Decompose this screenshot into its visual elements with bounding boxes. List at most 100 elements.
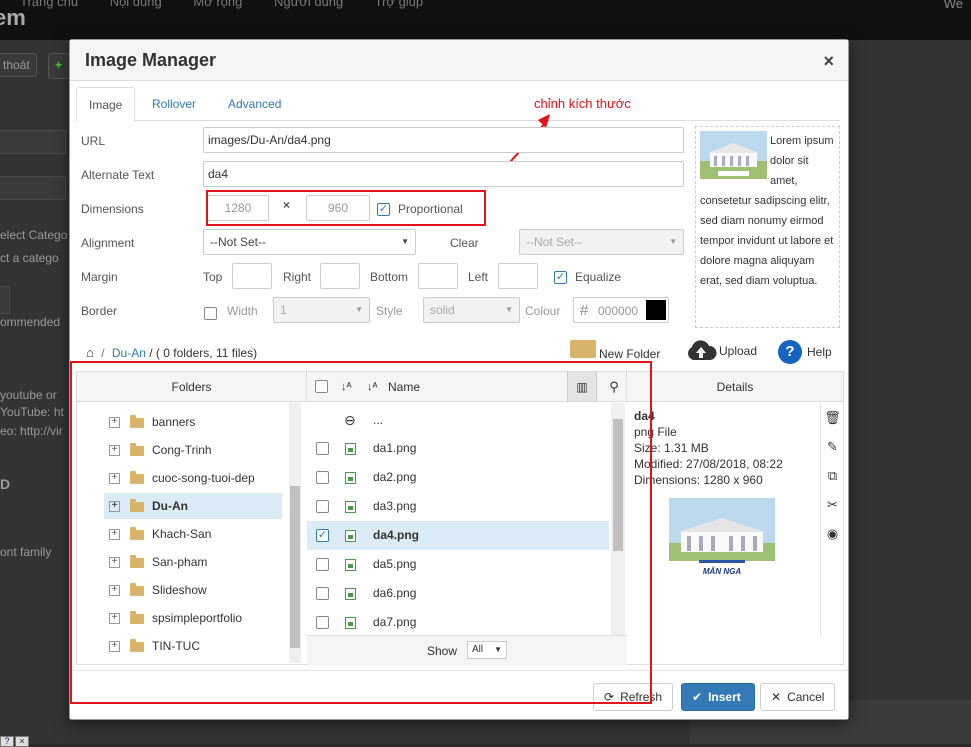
expand-icon[interactable]: + bbox=[109, 557, 120, 569]
name-header[interactable]: Name bbox=[388, 372, 420, 402]
file-checkbox[interactable] bbox=[316, 587, 329, 600]
file-checkbox[interactable] bbox=[316, 616, 329, 629]
tab-advanced[interactable]: Advanced bbox=[216, 87, 293, 121]
new-folder-button[interactable]: New Folder bbox=[570, 340, 660, 361]
upload-button[interactable]: Upload bbox=[685, 340, 757, 362]
border-style-select[interactable]: solid ▼ bbox=[423, 297, 520, 323]
expand-icon[interactable]: + bbox=[109, 417, 120, 429]
image-file-icon bbox=[345, 443, 356, 455]
alignment-select[interactable]: --Not Set-- ▼ bbox=[203, 229, 416, 255]
border-width-select[interactable]: 1 ▼ bbox=[273, 297, 370, 323]
colour-input[interactable]: # 000000 bbox=[573, 297, 669, 323]
expand-icon[interactable]: + bbox=[109, 613, 120, 625]
file-checkbox[interactable] bbox=[316, 500, 329, 513]
cut-icon[interactable]: ✂ bbox=[821, 490, 844, 519]
margin-bottom-input[interactable] bbox=[418, 263, 458, 289]
breadcrumb: ⌂ / Du-An / ( 0 folders, 11 files) bbox=[86, 345, 257, 360]
help-button[interactable]: ? Help bbox=[778, 340, 832, 364]
folder-item[interactable]: + TIN-TUC bbox=[105, 633, 200, 659]
alt-text-input[interactable]: da4 bbox=[203, 161, 684, 187]
equalize-checkbox[interactable]: ✓ bbox=[554, 271, 567, 284]
expand-icon[interactable]: + bbox=[109, 529, 120, 541]
folder-item[interactable]: + banners bbox=[105, 409, 195, 435]
file-row-selected[interactable]: ✓ da4.png bbox=[307, 521, 609, 550]
detail-type: png File bbox=[634, 425, 677, 439]
search-icon[interactable]: ⚲ bbox=[603, 372, 625, 402]
folder-name: Slideshow bbox=[152, 583, 207, 597]
width-input[interactable]: 1280 bbox=[207, 195, 269, 221]
file-row[interactable]: da7.png bbox=[307, 608, 609, 637]
insert-button[interactable]: ✔ Insert bbox=[681, 683, 755, 711]
margin-top-input[interactable] bbox=[232, 263, 272, 289]
refresh-button[interactable]: ⟳ Refresh bbox=[593, 683, 674, 711]
sort-asc-icon[interactable]: ↓ᴬ bbox=[341, 372, 351, 402]
delete-icon[interactable]: 🗑 bbox=[821, 403, 844, 432]
bg-text: eo: http://vir bbox=[0, 424, 63, 438]
colour-swatch[interactable] bbox=[646, 300, 666, 320]
folder-item[interactable]: + Slideshow bbox=[105, 577, 207, 603]
expand-icon[interactable]: + bbox=[109, 641, 120, 653]
expand-icon[interactable]: + bbox=[109, 585, 120, 597]
new-folder-label: New Folder bbox=[599, 347, 661, 362]
bg-menu-item: Trợ giúp bbox=[374, 0, 424, 9]
file-checkbox[interactable] bbox=[316, 471, 329, 484]
border-checkbox[interactable] bbox=[204, 307, 217, 320]
cancel-button[interactable]: ✕ Cancel bbox=[760, 683, 836, 711]
expand-icon[interactable]: + bbox=[109, 473, 120, 485]
folder-item-selected[interactable]: + Du-An bbox=[104, 493, 282, 519]
file-row[interactable]: da6.png bbox=[307, 579, 609, 608]
folder-item[interactable]: + Cong-Trinh bbox=[105, 437, 212, 463]
copy-icon[interactable]: ⧉ bbox=[821, 461, 844, 490]
file-checkbox[interactable] bbox=[316, 442, 329, 455]
breadcrumb-separator: / bbox=[101, 346, 105, 360]
tab-image[interactable]: Image bbox=[76, 87, 136, 122]
up-directory-row[interactable]: ⊖ ... bbox=[307, 406, 609, 435]
home-icon[interactable]: ⌂ bbox=[86, 345, 94, 360]
background-bottom-icons: ? × bbox=[0, 733, 30, 747]
expand-icon[interactable]: + bbox=[109, 445, 120, 457]
file-row[interactable]: da2.png bbox=[307, 463, 609, 492]
file-checkbox[interactable] bbox=[316, 558, 329, 571]
view-toggle-icon[interactable]: ▥ bbox=[567, 372, 597, 401]
bg-text: ommended bbox=[0, 315, 61, 329]
folder-icon bbox=[130, 582, 144, 596]
margin-left-input[interactable] bbox=[498, 263, 538, 289]
file-name: da7.png bbox=[373, 615, 417, 629]
clear-select[interactable]: --Not Set-- ▼ bbox=[519, 229, 684, 255]
tab-rollover[interactable]: Rollover bbox=[140, 87, 208, 121]
expand-icon[interactable]: + bbox=[109, 501, 120, 513]
insert-label: Insert bbox=[708, 690, 741, 704]
breadcrumb-folder-link[interactable]: Du-An bbox=[112, 346, 146, 360]
close-button[interactable]: × bbox=[823, 51, 834, 72]
file-scrollbar-thumb[interactable] bbox=[613, 419, 623, 551]
file-name: da4.png bbox=[373, 528, 420, 542]
refresh-label: Refresh bbox=[620, 690, 663, 704]
folder-item[interactable]: + Khach-San bbox=[105, 521, 211, 547]
folder-scrollbar-thumb[interactable] bbox=[290, 486, 300, 648]
folder-item[interactable]: + San-pham bbox=[105, 549, 207, 575]
chevron-down-icon: ▼ bbox=[401, 237, 409, 246]
height-input[interactable]: 960 bbox=[306, 195, 370, 221]
file-row[interactable]: da3.png bbox=[307, 492, 609, 521]
folder-item[interactable]: + cuoc-song-tuoi-dep bbox=[105, 465, 255, 491]
file-row[interactable]: da5.png bbox=[307, 550, 609, 579]
show-select[interactable]: All ▼ bbox=[467, 641, 507, 659]
folder-scrollbar[interactable] bbox=[289, 403, 301, 663]
select-all-checkbox[interactable] bbox=[315, 380, 328, 393]
url-input[interactable]: images/Du-An/da4.png bbox=[203, 127, 684, 153]
proportional-checkbox[interactable]: ✓ bbox=[377, 203, 390, 216]
view-icon[interactable]: ◉ bbox=[821, 519, 844, 548]
file-row[interactable]: da1.png bbox=[307, 434, 609, 463]
chevron-down-icon: ▼ bbox=[505, 305, 513, 314]
file-name: da5.png bbox=[373, 557, 417, 571]
edit-icon[interactable]: ✎ bbox=[821, 432, 844, 461]
margin-right-input[interactable] bbox=[320, 263, 360, 289]
file-scrollbar[interactable] bbox=[611, 403, 625, 635]
background-top-right: We bbox=[943, 0, 963, 11]
file-checkbox[interactable]: ✓ bbox=[316, 529, 329, 542]
sort-name-icon[interactable]: ↓ᴬ bbox=[367, 372, 377, 402]
folder-icon bbox=[130, 498, 144, 512]
detail-size: Size: 1.31 MB bbox=[634, 441, 709, 455]
folder-item[interactable]: + spsimpleportfolio bbox=[105, 605, 242, 631]
preview-thumbnail bbox=[700, 131, 767, 179]
